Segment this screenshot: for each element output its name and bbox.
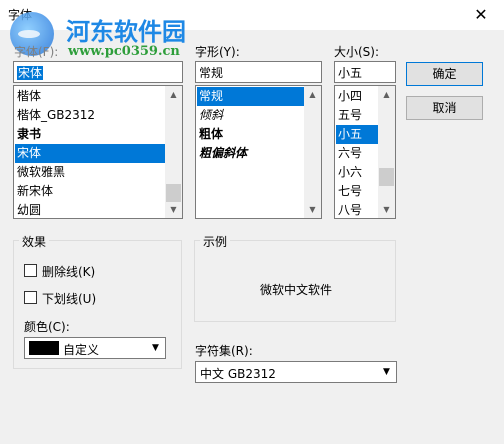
- font-list-item[interactable]: 楷体: [15, 87, 167, 106]
- scroll-down-icon[interactable]: ▼: [304, 201, 321, 218]
- size-list-item[interactable]: 小六: [336, 163, 380, 182]
- sample-text: 微软中文软件: [260, 283, 333, 297]
- style-list-item[interactable]: 粗体: [197, 125, 307, 144]
- size-label: 大小(S):: [334, 45, 380, 59]
- scroll-down-icon[interactable]: ▼: [165, 201, 182, 218]
- font-list-item[interactable]: 微软雅黑: [15, 163, 167, 182]
- size-list-item[interactable]: 六号: [336, 144, 380, 163]
- font-list-item[interactable]: 楷体_GB2312: [15, 106, 167, 125]
- size-list-item[interactable]: 八号: [336, 201, 380, 218]
- charset-value: 中文 GB2312: [200, 367, 276, 381]
- watermark-text: 河东软件园: [66, 18, 186, 46]
- size-list-item[interactable]: 小四: [336, 87, 380, 106]
- chevron-down-icon[interactable]: ▼: [378, 363, 395, 381]
- size-list-item[interactable]: 五号: [336, 106, 380, 125]
- ok-button[interactable]: 确定: [406, 62, 483, 86]
- font-label: 字体(F):: [14, 45, 59, 59]
- style-list-item[interactable]: 倾斜: [197, 106, 307, 125]
- charset-select[interactable]: 中文 GB2312 ▼: [195, 361, 397, 383]
- sample-title: 示例: [200, 233, 231, 250]
- size-list-item[interactable]: 七号: [336, 182, 380, 201]
- cancel-button[interactable]: 取消: [406, 96, 483, 120]
- font-dialog: 字体 ✕ 河东软件园 www.pc0359.cn 字体(F): 宋体 楷体 楷体…: [0, 0, 504, 444]
- color-value: 自定义: [63, 343, 100, 357]
- scroll-up-icon[interactable]: ▲: [378, 86, 395, 103]
- size-input[interactable]: 小五: [334, 61, 396, 83]
- font-list-item-selected[interactable]: 宋体: [15, 144, 167, 163]
- style-list-scrollbar[interactable]: ▲ ▼: [304, 86, 321, 218]
- scroll-up-icon[interactable]: ▲: [165, 86, 182, 103]
- strikeout-label[interactable]: 删除线(K): [42, 263, 95, 280]
- color-select[interactable]: 自定义 ▼: [24, 337, 166, 359]
- style-list[interactable]: 常规 倾斜 粗体 粗偏斜体 ▲ ▼: [195, 85, 322, 219]
- close-icon[interactable]: ✕: [458, 0, 504, 30]
- font-list-item[interactable]: 幼圆: [15, 201, 167, 218]
- scroll-down-icon[interactable]: ▼: [378, 201, 395, 218]
- scrollbar-thumb[interactable]: [166, 184, 181, 202]
- underline-checkbox[interactable]: [24, 291, 37, 304]
- style-list-item-selected[interactable]: 常规: [197, 87, 307, 106]
- size-list-item-selected[interactable]: 小五: [336, 125, 380, 144]
- underline-label[interactable]: 下划线(U): [42, 290, 96, 307]
- font-list-scrollbar[interactable]: ▲ ▼: [165, 86, 182, 218]
- effects-title: 效果: [19, 233, 50, 250]
- scroll-up-icon[interactable]: ▲: [304, 86, 321, 103]
- size-value: 小五: [338, 66, 363, 80]
- color-label: 颜色(C):: [24, 320, 70, 334]
- charset-label: 字符集(R):: [195, 344, 253, 358]
- font-list[interactable]: 楷体 楷体_GB2312 隶书 宋体 微软雅黑 新宋体 幼圆 ▲ ▼: [13, 85, 183, 219]
- scrollbar-thumb[interactable]: [379, 168, 394, 186]
- style-input[interactable]: 常规: [195, 61, 322, 83]
- font-list-item[interactable]: 新宋体: [15, 182, 167, 201]
- style-list-item[interactable]: 粗偏斜体: [197, 144, 307, 163]
- font-name-value: 宋体: [17, 66, 44, 80]
- strikeout-checkbox[interactable]: [24, 264, 37, 277]
- color-swatch: [29, 341, 59, 355]
- style-label: 字形(Y):: [195, 45, 240, 59]
- size-list-scrollbar[interactable]: ▲ ▼: [378, 86, 395, 218]
- style-value: 常规: [199, 66, 224, 80]
- font-name-input[interactable]: 宋体: [13, 61, 183, 83]
- size-list[interactable]: 小四 五号 小五 六号 小六 七号 八号 ▲ ▼: [334, 85, 396, 219]
- watermark-url: www.pc0359.cn: [68, 44, 180, 59]
- chevron-down-icon[interactable]: ▼: [147, 339, 164, 357]
- font-list-item[interactable]: 隶书: [15, 125, 167, 144]
